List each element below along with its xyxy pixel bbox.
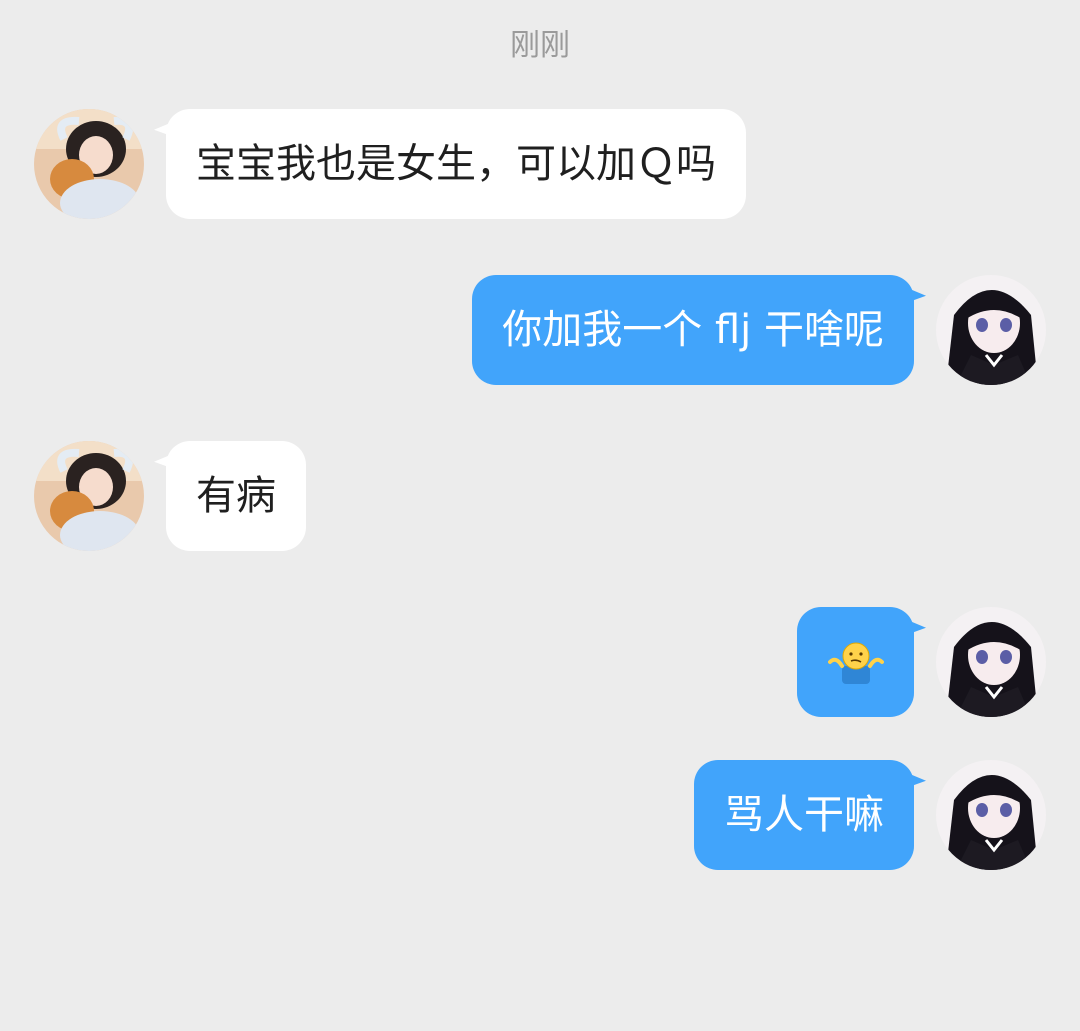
- incoming-message-bubble[interactable]: 有病: [166, 441, 306, 551]
- my-avatar[interactable]: [936, 607, 1046, 717]
- outgoing-message-bubble[interactable]: 你加我一个 flj 干啥呢: [472, 275, 914, 385]
- message-timestamp: 刚刚: [510, 28, 570, 63]
- message-text: 你加我一个 flj 干啥呢: [502, 307, 884, 353]
- shrug-emoji-icon: [827, 642, 884, 684]
- message-text: 宝宝我也是女生，可以加Ｑ吗: [196, 141, 716, 187]
- message-text: 有病: [196, 473, 276, 519]
- contact-avatar[interactable]: [34, 441, 144, 551]
- my-avatar[interactable]: [936, 760, 1046, 870]
- my-avatar-image: [936, 760, 1046, 870]
- message-text: 骂人干嘛: [724, 792, 884, 838]
- contact-avatar[interactable]: [34, 109, 144, 219]
- my-avatar-image: [936, 275, 1046, 385]
- contact-avatar-image: [34, 109, 144, 219]
- incoming-message-bubble[interactable]: 宝宝我也是女生，可以加Ｑ吗: [166, 109, 746, 219]
- my-avatar-image: [936, 607, 1046, 717]
- outgoing-emoji-bubble[interactable]: [797, 607, 914, 717]
- contact-avatar-image: [34, 441, 144, 551]
- my-avatar[interactable]: [936, 275, 1046, 385]
- outgoing-message-bubble[interactable]: 骂人干嘛: [694, 760, 914, 870]
- chat-window: 刚刚 宝宝我也是女生，可以加Ｑ吗 你加我一个 flj 干啥呢 有病 骂人干嘛: [0, 0, 1080, 1031]
